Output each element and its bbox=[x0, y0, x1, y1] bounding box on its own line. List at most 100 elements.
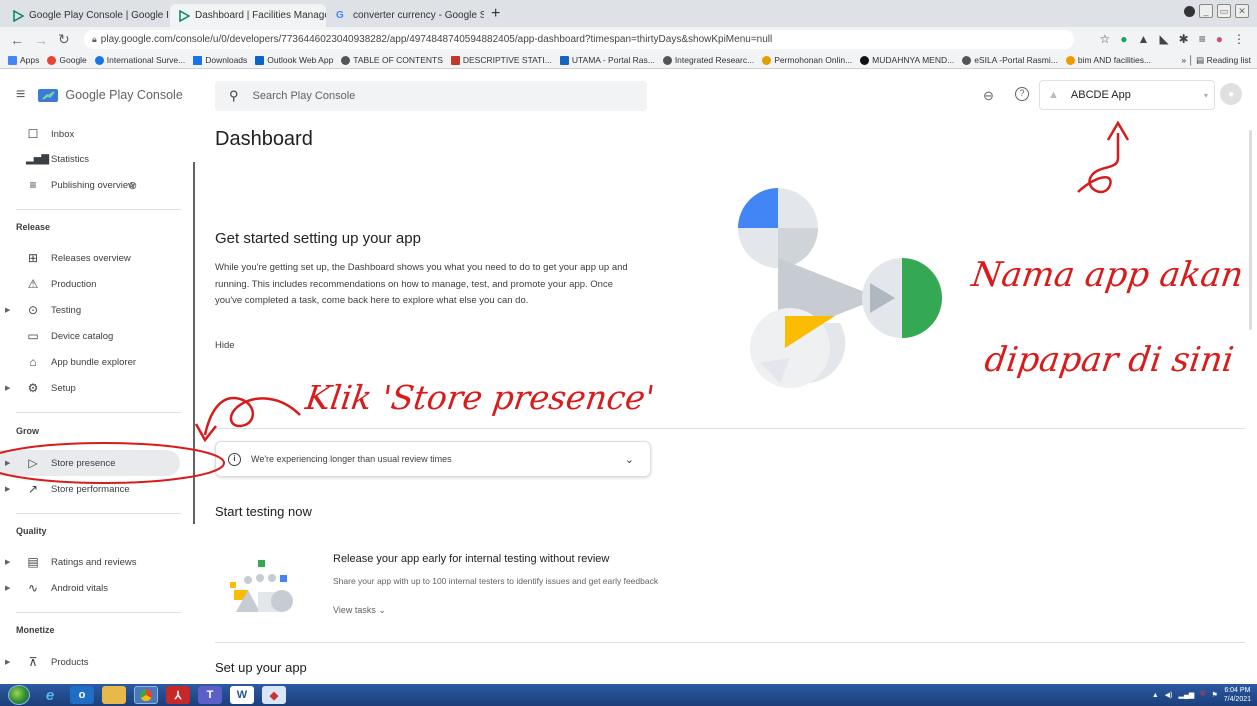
sidebar-item-production[interactable]: ⚠ Production bbox=[0, 271, 180, 297]
close-window-button[interactable]: ✕ bbox=[1235, 4, 1249, 18]
annotation-nama-app-line2: dipapar di sini bbox=[982, 340, 1237, 380]
hamburger-menu-icon[interactable]: ≡ bbox=[16, 86, 25, 104]
sidebar-item-inbox[interactable]: ☐ Inbox bbox=[0, 121, 180, 147]
outlook-icon[interactable]: o bbox=[70, 686, 94, 704]
expand-arrow-icon[interactable]: ▶ bbox=[5, 584, 10, 592]
reload-icon[interactable]: ↻ bbox=[58, 31, 70, 48]
flag-icon[interactable]: ⚑ bbox=[1211, 691, 1217, 699]
sidebar-item-statistics[interactable]: ▂▅▇ Statistics bbox=[0, 146, 180, 172]
hide-link[interactable]: Hide bbox=[215, 340, 235, 351]
chevron-down-icon[interactable]: ⌄ bbox=[625, 453, 634, 466]
bookmark[interactable]: Outlook Web App bbox=[255, 55, 333, 65]
puzzle-icon[interactable]: ✱ bbox=[1179, 32, 1189, 46]
sidebar-item-device-catalog[interactable]: ▭ Device catalog bbox=[0, 323, 180, 349]
lock-icon: 🔒︎ bbox=[92, 34, 97, 44]
profile-icon[interactable]: ● bbox=[1216, 32, 1223, 46]
sidebar-item-testing[interactable]: ▶ ⊙ Testing bbox=[0, 297, 180, 323]
vitals-icon: ∿ bbox=[27, 581, 39, 595]
ie-icon[interactable]: e bbox=[38, 686, 62, 704]
extension-icons: ☆ ● ▲ ◣ ✱ ≡ ● ⋮ bbox=[1100, 32, 1245, 46]
sidebar-item-releases-overview[interactable]: ⊞ Releases overview bbox=[0, 245, 180, 271]
start-button[interactable] bbox=[8, 685, 30, 705]
bookmark[interactable]: MUDAHNYA MEND... bbox=[860, 55, 954, 65]
back-icon[interactable]: ← bbox=[10, 32, 24, 48]
expand-arrow-icon[interactable]: ▶ bbox=[5, 658, 10, 666]
sidebar-item-android-vitals[interactable]: ▶ ∿ Android vitals bbox=[0, 575, 180, 601]
publishing-icon: ≡ bbox=[29, 178, 37, 192]
expand-arrow-icon[interactable]: ▶ bbox=[5, 485, 10, 493]
bookmark[interactable]: TABLE OF CONTENTS bbox=[341, 55, 443, 65]
bookmark[interactable]: Apps bbox=[8, 55, 39, 65]
expand-arrow-icon[interactable]: ▶ bbox=[5, 384, 10, 392]
bookmark[interactable]: DESCRIPTIVE STATI... bbox=[450, 55, 552, 65]
bookmark[interactable]: International Surve... bbox=[94, 55, 185, 65]
address-bar-row: ← → ↻ 🔒︎ play.google.com/console/u/0/dev… bbox=[0, 27, 1257, 52]
reading-list[interactable]: » │ ▤ Reading list bbox=[1181, 55, 1251, 66]
network-icon[interactable]: ▂▄▆ bbox=[1178, 691, 1194, 699]
sidebar-item-products[interactable]: ▶ ⊼ Products bbox=[0, 649, 180, 675]
help-icon[interactable]: ? bbox=[1015, 87, 1029, 101]
outlook-icon bbox=[255, 55, 265, 65]
bookmark[interactable]: Integrated Researc... bbox=[662, 55, 754, 65]
star-icon[interactable]: ☆ bbox=[1100, 32, 1111, 46]
teams-icon[interactable]: T bbox=[198, 686, 222, 704]
tab-label: converter currency - Google Sea bbox=[353, 10, 484, 21]
record-icon[interactable] bbox=[1184, 5, 1195, 17]
expand-arrow-icon[interactable]: ▶ bbox=[5, 459, 10, 467]
acrobat-icon[interactable]: ⅄ bbox=[166, 686, 190, 704]
notice-text: We're experiencing longer than usual rev… bbox=[251, 454, 452, 464]
divider bbox=[215, 642, 1245, 643]
minimize-button[interactable]: _ bbox=[1199, 4, 1213, 18]
url-input[interactable]: 🔒︎ play.google.com/console/u/0/developer… bbox=[84, 30, 1074, 49]
sidebar-item-setup[interactable]: ▶ ⚙ Setup bbox=[0, 375, 180, 401]
extension-icon[interactable]: ▲ bbox=[1138, 32, 1150, 46]
forward-icon[interactable]: → bbox=[34, 32, 48, 48]
sidebar-item-app-bundle-explorer[interactable]: ⌂ App bundle explorer bbox=[0, 349, 180, 375]
search-input[interactable]: ⚲ Search Play Console bbox=[215, 81, 647, 111]
bookmark[interactable]: eSILA -Portal Rasmi... bbox=[962, 55, 1058, 65]
menu-icon[interactable]: ⋮ bbox=[1233, 32, 1245, 46]
browser-tab[interactable]: G converter currency - Google Sea ✕ bbox=[328, 4, 484, 27]
sidebar-item-store-performance[interactable]: ▶ ↗ Store performance bbox=[0, 476, 180, 502]
word-icon[interactable]: W bbox=[230, 686, 254, 704]
bookmark[interactable]: bim AND facilities... bbox=[1065, 55, 1151, 65]
gear-icon: ⚙ bbox=[27, 381, 39, 395]
clock[interactable]: 6:04 PM 7/4/2021 bbox=[1224, 686, 1251, 704]
search-placeholder: Search Play Console bbox=[252, 90, 356, 102]
view-tasks-link[interactable]: View tasks ⌄ bbox=[333, 605, 386, 616]
sidebar-item-store-presence[interactable]: ▶ ▷ Store presence bbox=[0, 450, 180, 476]
crest-icon bbox=[762, 55, 772, 65]
queue-icon[interactable]: ≡ bbox=[1199, 32, 1206, 46]
expand-arrow-icon[interactable]: ▶ bbox=[5, 558, 10, 566]
bookmark[interactable]: Permohonan Onlin... bbox=[762, 55, 852, 65]
tray-arrow-icon[interactable]: ▲ bbox=[1152, 692, 1159, 699]
maximize-button[interactable]: ▭ bbox=[1217, 4, 1231, 18]
bookmark[interactable]: Downloads bbox=[193, 55, 247, 65]
avatar[interactable]: ● bbox=[1220, 83, 1242, 105]
expand-arrow-icon[interactable]: ▶ bbox=[5, 306, 10, 314]
bookmark[interactable]: UTAMA - Portal Ras... bbox=[559, 55, 655, 65]
extension-icon[interactable]: ◣ bbox=[1159, 32, 1168, 46]
chrome-icon[interactable] bbox=[134, 686, 158, 704]
sidebar-item-publishing-overview[interactable]: ≡ Publishing overview ⊘ bbox=[0, 172, 180, 198]
folder-icon[interactable] bbox=[102, 686, 126, 704]
bookmarks-bar: Apps Google International Surve... Downl… bbox=[0, 52, 1257, 69]
extension-icon[interactable]: ● bbox=[1120, 32, 1127, 46]
security-icon[interactable]: ⛨ bbox=[1200, 691, 1205, 699]
volume-icon[interactable]: ◀) bbox=[1165, 691, 1173, 699]
main-scrollbar[interactable] bbox=[1249, 130, 1252, 330]
review-times-notice[interactable]: i We're experiencing longer than usual r… bbox=[215, 441, 651, 477]
release-early-title: Release your app early for internal test… bbox=[333, 553, 610, 565]
browser-tab-bar: Google Play Console | Google Pl ✕ Dashbo… bbox=[0, 0, 1257, 27]
app-selector[interactable]: ▲ ABCDE App ▾ bbox=[1039, 80, 1215, 110]
bookmark[interactable]: Google bbox=[47, 55, 87, 65]
paint-icon[interactable]: ◆ bbox=[262, 686, 286, 704]
link-icon[interactable]: ⊖ bbox=[983, 88, 994, 104]
new-tab-button[interactable]: + bbox=[491, 5, 500, 23]
download-icon bbox=[193, 55, 203, 65]
browser-tab-active[interactable]: Dashboard | Facilities Manageme ✕ bbox=[170, 4, 326, 27]
setup-app-title: Set up your app bbox=[215, 660, 307, 675]
browser-tab[interactable]: Google Play Console | Google Pl ✕ bbox=[4, 4, 168, 27]
sidebar-scrollbar[interactable] bbox=[193, 162, 195, 524]
sidebar-item-ratings-reviews[interactable]: ▶ ▤ Ratings and reviews bbox=[0, 549, 180, 575]
